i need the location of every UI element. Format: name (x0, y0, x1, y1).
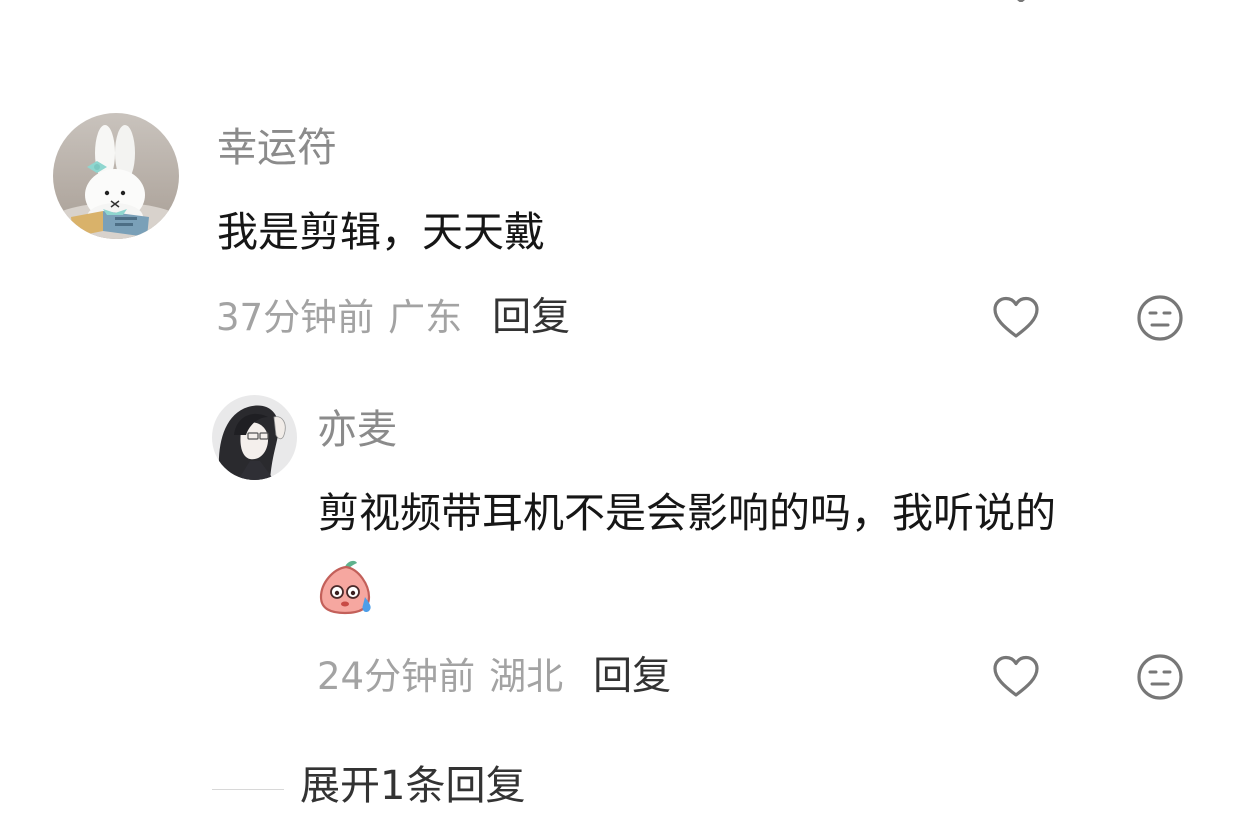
heart-icon-partial[interactable] (1006, 0, 1036, 4)
comment-region: 广东 (388, 296, 463, 339)
neutral-face-icon[interactable] (1134, 292, 1186, 344)
expand-replies-button[interactable]: 展开1条回复 (300, 766, 525, 806)
comment-time: 37分钟前 (216, 296, 375, 339)
comment-meta: 37分钟前 广东 回复 (216, 298, 570, 337)
heart-outline-icon[interactable] (990, 292, 1042, 344)
avatar[interactable] (53, 113, 179, 239)
comment-text: 我是剪辑，天天戴 (217, 208, 545, 256)
sweating-peach-sticker-icon (319, 560, 371, 615)
neutral-face-icon[interactable] (1134, 651, 1186, 703)
reply-meta: 24分钟前 湖北 回复 (317, 657, 671, 696)
expand-divider (212, 789, 284, 790)
reply-region: 湖北 (489, 655, 564, 698)
reply-text: 剪视频带耳机不是会影响的吗，我听说的 (318, 489, 1056, 537)
avatar[interactable] (212, 395, 297, 480)
reply-username[interactable]: 亦麦 (317, 410, 397, 450)
bunny-plush-avatar-icon (53, 113, 179, 239)
reply-button[interactable]: 回复 (593, 657, 671, 696)
reply-time: 24分钟前 (317, 655, 476, 698)
comment-username[interactable]: 幸运符 (217, 128, 337, 168)
emoji-icon-partial[interactable] (1142, 0, 1182, 4)
reply-button[interactable]: 回复 (492, 298, 570, 337)
heart-outline-icon[interactable] (990, 651, 1042, 703)
anime-glasses-avatar-icon (212, 395, 297, 480)
